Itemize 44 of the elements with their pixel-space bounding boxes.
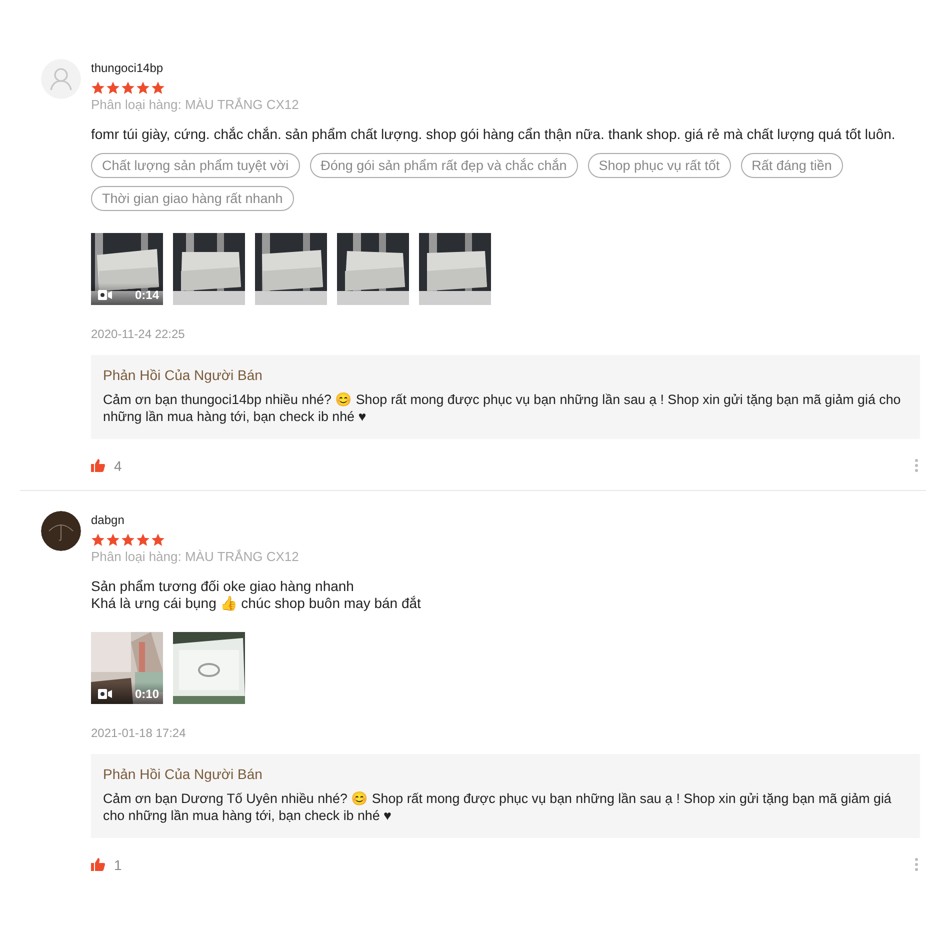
star-icon <box>151 81 165 95</box>
seller-reply-text: Cảm ơn bạn Dương Tố Uyên nhiều nhé? 😊 Shop rất mong được phục vụ bạn những lần sau ạ ! Shop xin gửi tặng bạn mã giảm giá cho những lần mua hàng tới, bạn check ib nhé ♥ <box>103 790 892 824</box>
star-icon <box>106 81 120 95</box>
review-time: 2020-11-24 22:25 <box>91 327 185 341</box>
star-icon <box>136 533 150 547</box>
review-time: 2021-01-18 17:24 <box>91 726 186 740</box>
review-tag: Thời gian giao hàng rất nhanh <box>91 186 294 211</box>
photo-thumbnail[interactable] <box>255 233 327 305</box>
avatar-icon <box>41 511 81 551</box>
star-icon <box>121 81 135 95</box>
username: thungoci14bp <box>91 61 164 75</box>
review-tag: Chất lượng sản phẩm tuyệt vời <box>91 153 300 178</box>
review-comment: Sản phẩm tương đối oke giao hàng nhanh Khá là ưng cái bụng 👍 chúc shop buôn may bán đắt <box>91 578 421 612</box>
seller-reply-text: Cảm ơn bạn thungoci14bp nhiều nhé? 😊 Shop rất mong được phục vụ bạn những lần sau ạ ! Shop xin gửi tặng bạn mã giảm giá cho những lần mua hàng tới, bạn check ib nhé ♥ <box>103 391 902 425</box>
video-camera-icon <box>98 290 112 300</box>
seller-reply-title: Phản Hồi Của Người Bán <box>103 766 264 782</box>
star-icon <box>91 81 105 95</box>
star-icon <box>151 533 165 547</box>
thumbs-up-icon <box>91 459 105 472</box>
review-tag: Đóng gói sản phẩm rất đẹp và chắc chắn <box>310 153 578 178</box>
photo-thumbnail[interactable] <box>419 233 491 305</box>
star-icon <box>121 533 135 547</box>
like-button[interactable]: 4 <box>91 458 122 474</box>
thumbs-up-icon <box>91 858 105 871</box>
star-icon <box>106 533 120 547</box>
product-variation: Phân loại hàng: MÀU TRẮNG CX12 <box>91 97 299 112</box>
star-icon <box>91 533 105 547</box>
star-icon <box>136 81 150 95</box>
video-thumbnail[interactable]: 0:10 <box>91 632 163 704</box>
review-comment: fomr túi giày, cứng. chắc chắn. sản phẩm chất lượng. shop gói hàng cẩn thận nữa. thank shop. giá rẻ mà chất lượng quá tốt luôn. <box>91 126 896 143</box>
video-camera-icon <box>98 689 112 699</box>
photo-thumbnail[interactable] <box>173 632 245 704</box>
review-tag: Shop phục vụ rất tốt <box>588 153 731 178</box>
video-duration: 0:10 <box>134 687 159 701</box>
review-tag: Rất đáng tiền <box>740 153 843 178</box>
photo-thumbnail[interactable] <box>337 233 409 305</box>
photo-thumbnail[interactable] <box>173 233 245 305</box>
like-button[interactable]: 1 <box>91 856 122 872</box>
video-thumbnail[interactable]: 0:14 <box>91 233 163 305</box>
avatar-icon <box>41 59 81 99</box>
username: dabgn <box>91 513 124 527</box>
seller-reply-title: Phản Hồi Của Người Bán <box>103 367 264 383</box>
product-variation: Phân loại hàng: MÀU TRẮNG CX12 <box>91 549 299 564</box>
video-duration: 0:14 <box>134 288 159 302</box>
